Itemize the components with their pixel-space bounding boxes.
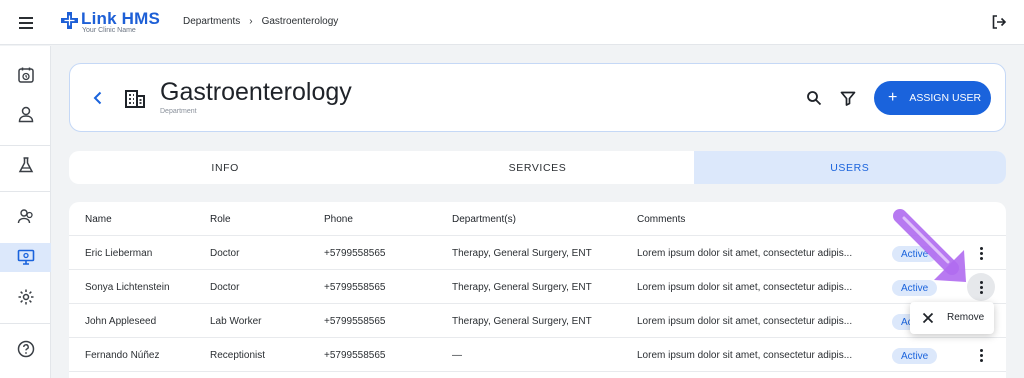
table-row[interactable]: Sonya Lichtenstein Doctor +5799558565 Th… [69,270,1006,304]
sidebar-divider [0,191,51,192]
plus-icon: + [888,89,898,106]
sidebar-divider [0,145,51,146]
department-building-icon [125,90,145,108]
breadcrumb-separator: › [249,16,253,27]
hamburger-menu-icon[interactable] [16,13,36,33]
cell-phone: +5799558565 [324,247,386,259]
assign-user-button[interactable]: + ASSIGN USER [874,81,991,115]
flask-icon[interactable] [15,154,37,176]
page-title: Gastroenterology [160,78,352,106]
search-icon[interactable] [806,90,822,106]
gear-icon[interactable] [15,286,37,308]
column-header-departments: Department(s) [452,213,516,225]
cell-phone: +5799558565 [324,315,386,327]
cell-comments: Lorem ipsum dolor sit amet, consectetur … [637,247,853,259]
sidebar-divider [0,323,51,324]
status-badge: Active [892,348,938,364]
cell-name: Fernando Núñez [85,349,160,361]
cell-name: Eric Lieberman [85,247,153,259]
status-badge: Active [892,280,938,296]
users-icon[interactable] [15,205,37,227]
close-icon [922,312,934,324]
row-context-menu: Remove [910,302,994,334]
cell-role: Lab Worker [210,315,262,327]
tab-info[interactable]: INFO [69,151,381,184]
cell-phone: +5799558565 [324,349,386,361]
breadcrumb-departments[interactable]: Departments [183,16,240,27]
table-header-row: Name Role Phone Department(s) Comments [69,202,1006,236]
logo-cross-icon [61,12,78,29]
calendar-icon[interactable] [15,64,37,86]
cell-role: Doctor [210,247,240,259]
cell-departments: Therapy, General Surgery, ENT [452,315,592,327]
status-badge: Active [892,246,938,262]
cell-departments: Therapy, General Surgery, ENT [452,247,592,259]
column-header-phone: Phone [324,213,353,225]
column-header-role: Role [210,213,231,225]
top-bar: Link HMS Your Clinic Name Departments › … [0,0,1024,45]
assign-user-label: ASSIGN USER [909,92,982,104]
users-table: Name Role Phone Department(s) Comments E… [69,202,1006,378]
breadcrumb-current: Gastroenterology [261,16,339,27]
monitor-icon[interactable] [15,246,37,268]
row-actions-kebab-icon[interactable] [967,341,995,369]
cell-departments: — [452,349,462,361]
table-row[interactable]: John Appleseed Lab Worker +5799558565 Th… [69,304,1006,338]
tab-bar: INFO SERVICES USERS [69,151,1006,184]
app-tagline: Your Clinic Name [82,27,136,34]
back-chevron-icon[interactable] [90,90,106,106]
tab-services[interactable]: SERVICES [381,151,693,184]
cell-comments: Lorem ipsum dolor sit amet, consectetur … [637,281,853,293]
breadcrumb: Departments › Gastroenterology [183,16,338,27]
logout-icon[interactable] [991,14,1007,30]
table-row[interactable]: Eric Lieberman Doctor +5799558565 Therap… [69,236,1006,270]
filter-icon[interactable] [840,90,856,106]
sidebar [0,46,51,378]
department-header: Gastroenterology Department + ASSIGN USE… [69,63,1006,132]
row-actions-kebab-icon[interactable] [967,239,995,267]
page-subtitle: Department [160,108,197,115]
column-header-comments: Comments [637,213,686,225]
app-name: Link HMS [81,9,161,28]
cell-name: Sonya Lichtenstein [85,281,170,293]
cell-comments: Lorem ipsum dolor sit amet, consectetur … [637,349,853,361]
cell-comments: Lorem ipsum dolor sit amet, consectetur … [637,315,853,327]
column-header-name: Name [85,213,112,225]
cell-role: Receptionist [210,349,266,361]
row-actions-kebab-icon[interactable] [967,273,995,301]
help-icon[interactable] [15,338,37,360]
cell-phone: +5799558565 [324,281,386,293]
remove-menu-item[interactable]: Remove [947,312,984,323]
tab-users[interactable]: USERS [693,151,1006,184]
cell-role: Doctor [210,281,240,293]
cell-name: John Appleseed [85,315,157,327]
cell-departments: Therapy, General Surgery, ENT [452,281,592,293]
user-icon[interactable] [15,103,37,125]
table-row[interactable]: Fernando Núñez Receptionist +5799558565 … [69,338,1006,372]
